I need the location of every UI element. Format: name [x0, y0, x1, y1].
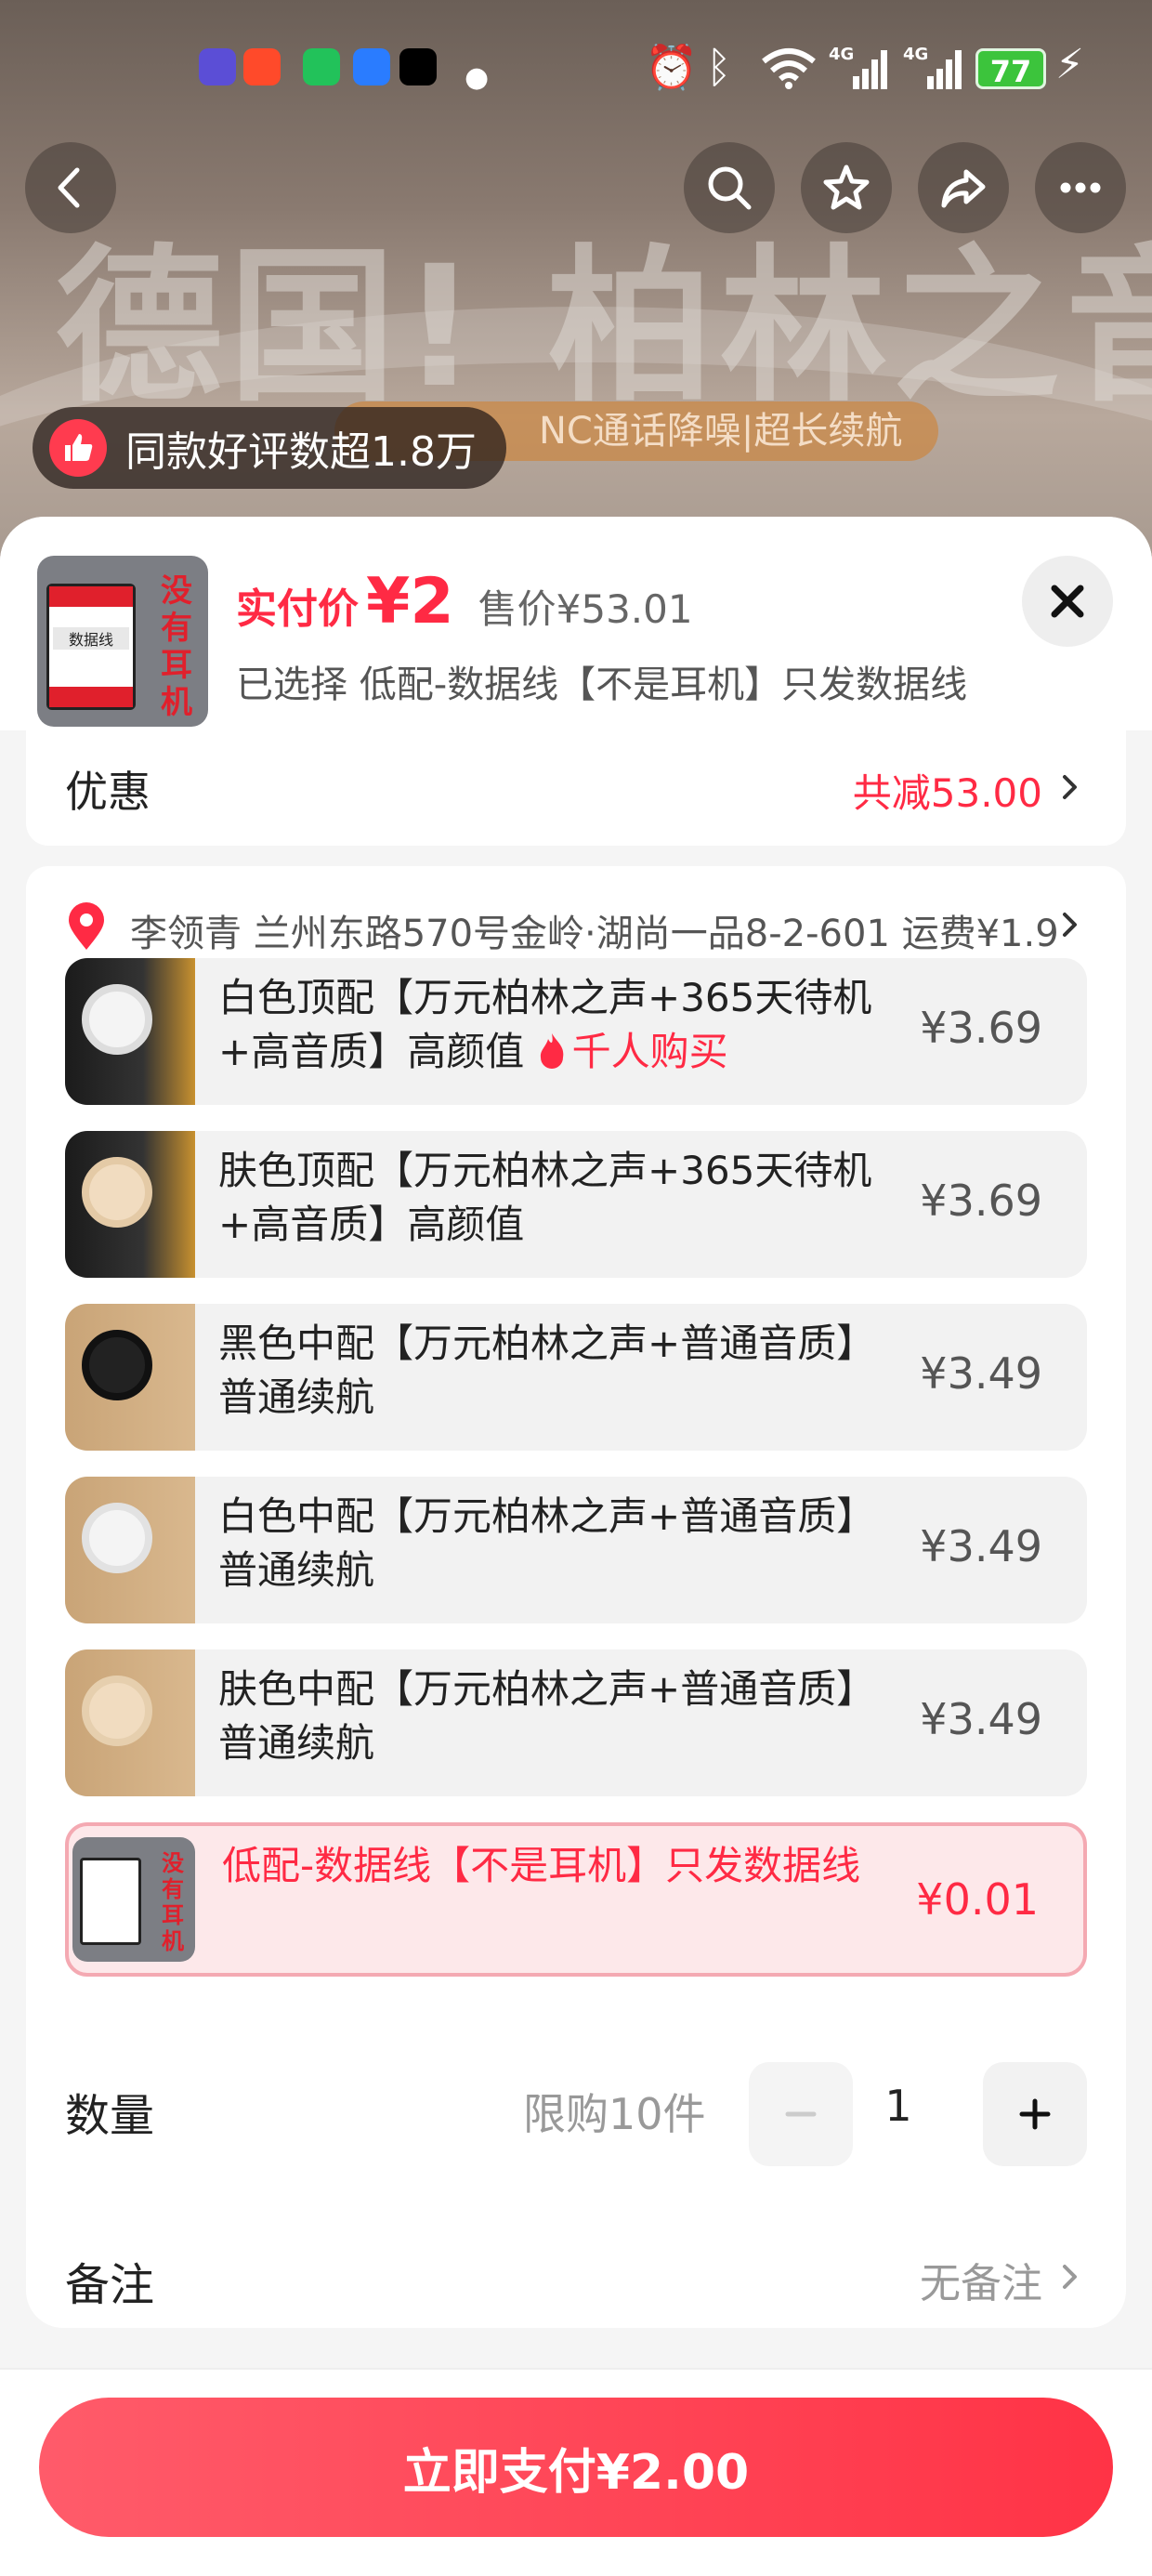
flame-icon [540, 1033, 563, 1069]
app-notification-icon [399, 48, 437, 85]
sku-option[interactable]: 肤色顶配【万元柏林之声+365天待机+高音质】高颜值 ¥3.69 [65, 1131, 1087, 1278]
option-price: ¥3.49 [920, 1348, 1042, 1399]
option-thumbnail: 没有耳机 [72, 1837, 195, 1962]
more-dots-icon [1060, 182, 1101, 193]
sku-options-card: 白色顶配【万元柏林之声+365天待机+高音质】高颜值 千人购买 ¥3.69 肤色… [26, 958, 1126, 2328]
hot-sale-label: 千人购买 [571, 1029, 728, 1074]
sku-option-selected[interactable]: 没有耳机 低配-数据线【不是耳机】只发数据线 ¥0.01 [65, 1822, 1087, 1977]
option-price: ¥3.49 [920, 1521, 1042, 1571]
cable-box-image: 数据线 [46, 584, 136, 710]
sku-option[interactable]: 白色中配【万元柏林之声+普通音质】普通续航 ¥3.49 [65, 1477, 1087, 1623]
chevron-left-icon [58, 167, 80, 208]
hero-title: 德国! 柏林之音 [56, 230, 1152, 425]
quantity-label: 数量 [65, 2090, 155, 2142]
note-label: 备注 [65, 2259, 155, 2311]
svg-text:4G: 4G [903, 45, 928, 64]
sheet-header: 数据线 没有耳机 实付价 ¥2 售价¥53.01 已选择 低配-数据线【不是耳机… [0, 517, 1152, 730]
option-thumbnail [65, 1477, 195, 1623]
sale-price: 售价¥53.01 [478, 586, 693, 632]
promotion-label: 优惠 [65, 767, 151, 817]
battery-indicator: 77 [975, 48, 1046, 89]
purchase-limit: 限购10件 [523, 2089, 706, 2139]
thumbs-up-icon [49, 419, 107, 477]
option-title: 白色顶配【万元柏林之声+365天待机+高音质】高颜值 千人购买 [218, 975, 872, 1074]
star-icon [823, 164, 870, 210]
back-button[interactable] [25, 142, 116, 233]
pay-now-button[interactable]: 立即支付¥2.00 [39, 2398, 1113, 2537]
option-price: ¥3.49 [920, 1694, 1042, 1744]
signal-4g-icon: 4G [903, 45, 962, 89]
alarm-icon: ⏰ [645, 42, 699, 92]
favorite-button[interactable] [801, 142, 892, 233]
more-button[interactable] [1035, 142, 1126, 233]
plus-icon [1019, 2098, 1051, 2130]
close-button[interactable] [1022, 556, 1113, 647]
close-icon [1051, 585, 1084, 618]
quantity-increase-button[interactable] [983, 2062, 1087, 2166]
location-pin-icon [69, 902, 104, 950]
sku-option[interactable]: 肤色中配【万元柏林之声+普通音质】普通续航 ¥3.49 [65, 1649, 1087, 1796]
option-title: 低配-数据线【不是耳机】只发数据线 [222, 1843, 861, 1888]
svg-text:4G: 4G [829, 45, 854, 64]
sku-option[interactable]: 黑色中配【万元柏林之声+普通音质】普通续航 ¥3.49 [65, 1304, 1087, 1451]
option-thumbnail [65, 1131, 195, 1278]
search-icon [708, 166, 752, 210]
wifi-icon [762, 48, 816, 89]
app-notification-icon [353, 48, 390, 85]
share-button[interactable] [918, 142, 1009, 233]
option-price: ¥3.69 [920, 1003, 1042, 1053]
charging-icon: ⚡ [1055, 41, 1084, 88]
chevron-right-icon [1055, 2263, 1083, 2291]
promotion-value: 共减53.00 [852, 770, 1042, 816]
share-icon [941, 169, 986, 208]
search-button[interactable] [684, 142, 775, 233]
chevron-right-icon [1055, 911, 1083, 939]
promotion-row[interactable]: 优惠 共减53.00 [26, 730, 1126, 846]
app-notification-icon [243, 48, 281, 85]
thumbnail-text: 没有耳机 [161, 572, 192, 721]
review-badge-text: 同款好评数超1.8万 [125, 428, 477, 476]
option-thumbnail [65, 1304, 195, 1451]
review-badge: 同款好评数超1.8万 [33, 407, 506, 489]
bluetooth-icon: ᛒ [706, 42, 732, 92]
app-notification-icon [303, 48, 340, 85]
option-title: 肤色顶配【万元柏林之声+365天待机+高音质】高颜值 [218, 1148, 872, 1247]
option-thumbnail [65, 1649, 195, 1796]
option-price: ¥0.01 [916, 1874, 1039, 1925]
chevron-right-icon [1055, 773, 1083, 801]
option-price: ¥3.69 [920, 1176, 1042, 1226]
option-title: 黑色中配【万元柏林之声+普通音质】普通续航 [218, 1321, 876, 1420]
minus-icon [785, 2111, 817, 2117]
signal-4g-icon: 4G [829, 45, 887, 89]
option-thumbnail [65, 958, 195, 1105]
selected-product-thumbnail[interactable]: 数据线 没有耳机 [37, 556, 208, 727]
more-notifications-icon: ● [465, 61, 490, 94]
pay-price-value: ¥2 [366, 565, 454, 638]
price-line: 实付价 ¥2 售价¥53.01 [236, 565, 693, 638]
sku-option[interactable]: 白色顶配【万元柏林之声+365天待机+高音质】高颜值 千人购买 ¥3.69 [65, 958, 1087, 1105]
note-value[interactable]: 无备注 [920, 2250, 1042, 2309]
option-title: 肤色中配【万元柏林之声+普通音质】普通续航 [218, 1666, 876, 1766]
app-notification-icon [199, 48, 236, 85]
quantity-decrease-button[interactable] [749, 2062, 853, 2166]
quantity-value[interactable]: 1 [862, 2081, 935, 2131]
selected-sku-text: 已选择 低配-数据线【不是耳机】只发数据线 [236, 664, 968, 706]
address-text: 李领青 兰州东路570号金岭·湖尚一品8-2-601 运费¥1.9 [130, 913, 1059, 955]
pay-price-label: 实付价 [236, 585, 359, 633]
checkout-footer: 立即支付¥2.00 [0, 2368, 1152, 2576]
option-title: 白色中配【万元柏林之声+普通音质】普通续航 [218, 1493, 876, 1593]
status-bar: ● ⏰ ᛒ 4G 4G 77 ⚡ [0, 0, 1152, 130]
sku-selection-sheet: 数据线 没有耳机 实付价 ¥2 售价¥53.01 已选择 低配-数据线【不是耳机… [0, 517, 1152, 2576]
